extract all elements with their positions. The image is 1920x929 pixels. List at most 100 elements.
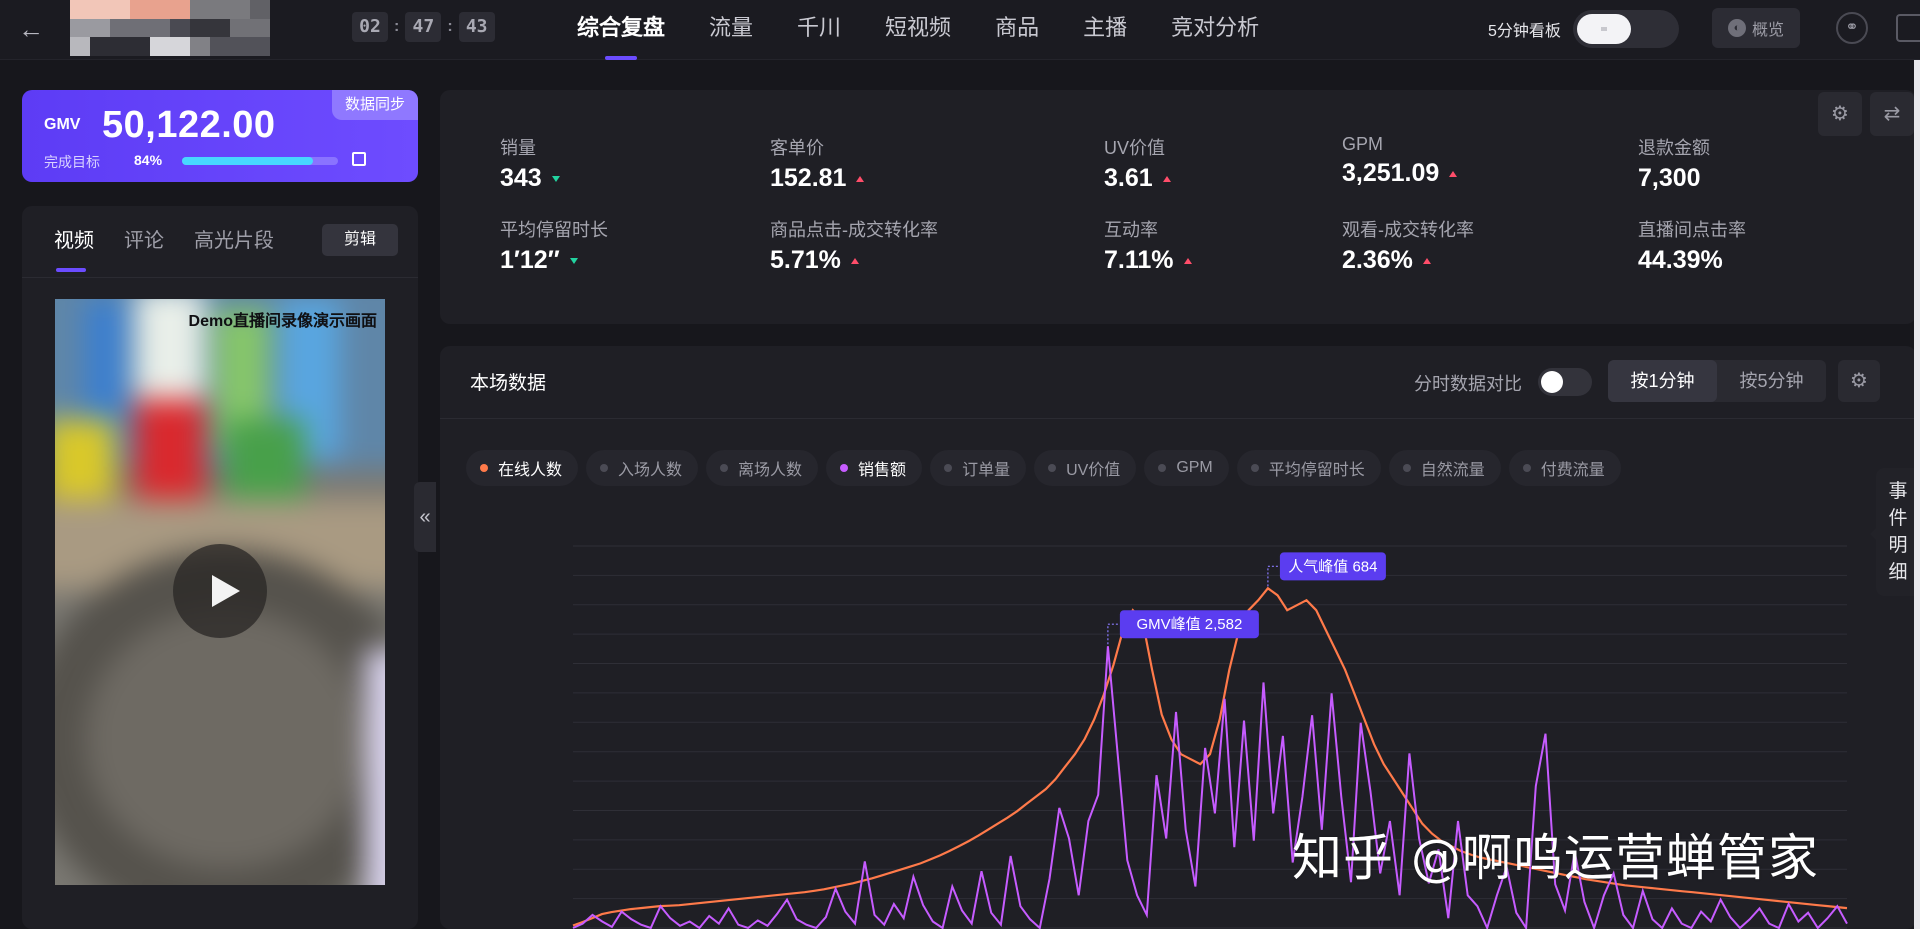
swap-icon[interactable]: ⇄: [1870, 92, 1914, 136]
legend-label: 入场人数: [618, 462, 683, 479]
granularity-1min[interactable]: 按1分钟: [1608, 360, 1717, 402]
overview-button[interactable]: ◐ 概览: [1712, 8, 1800, 48]
compare-label: 分时数据对比: [1414, 374, 1522, 394]
metric-avg-order-price: 客单价 152.81: [770, 134, 865, 193]
nav-tab-competitor[interactable]: 竞对分析: [1149, 0, 1281, 60]
legend-label: 平均停留时长: [1268, 462, 1365, 479]
legend-chip[interactable]: 平均停留时长: [1236, 450, 1381, 486]
legend-dot-icon: [720, 464, 729, 472]
clip-edit-button[interactable]: 剪辑: [322, 224, 398, 256]
streamer-avatar-pixelated: [70, 0, 270, 56]
edit-target-icon[interactable]: [352, 152, 366, 166]
legend-label: GPM: [1176, 459, 1213, 476]
legend-chip[interactable]: UV价值: [1034, 450, 1137, 486]
legend-chip[interactable]: GPM: [1144, 450, 1229, 486]
gmv-label: GMV: [44, 116, 81, 133]
mosaic-pixel: [210, 18, 230, 38]
legend-label: 离场人数: [738, 462, 803, 479]
fullscreen-icon[interactable]: [1896, 14, 1920, 42]
legend-label: 订单量: [962, 462, 1011, 479]
series-legend: 在线人数 入场人数 离场人数 销售额 订单量 UV价值 GPM 平均停留时长 自然流量 付费流量: [466, 450, 1621, 486]
trend-down-icon: [569, 258, 578, 265]
legend-chip[interactable]: 销售额: [826, 450, 923, 486]
metric-label: 客单价: [770, 138, 824, 158]
mosaic-pixel: [70, 18, 90, 38]
mosaic-pixel: [250, 18, 270, 38]
legend-label: 销售额: [858, 462, 907, 479]
legend-label: 付费流量: [1540, 462, 1605, 479]
window-edge: [1914, 60, 1920, 929]
legend-chip[interactable]: 在线人数: [466, 450, 579, 486]
legend-chip[interactable]: 自然流量: [1388, 450, 1501, 486]
legend-chip[interactable]: 入场人数: [586, 450, 699, 486]
compare-toggle[interactable]: [1538, 368, 1592, 396]
data-sync-button[interactable]: 数据同步: [332, 90, 418, 120]
mosaic-pixel: [210, 37, 230, 56]
granularity-5min[interactable]: 按5分钟: [1717, 360, 1826, 402]
legend-chip[interactable]: 付费流量: [1508, 450, 1621, 486]
trend-up-icon: [1162, 176, 1171, 183]
headset-icon[interactable]: ⚭: [1836, 12, 1868, 44]
back-arrow-icon[interactable]: ←: [18, 14, 52, 48]
watermark: 知乎 @啊呜运营蝉管家: [1292, 829, 1819, 887]
collapse-left-panel-icon[interactable]: «: [414, 482, 436, 552]
target-label: 完成目标: [44, 154, 100, 170]
trend-up-icon: [856, 176, 865, 183]
legend-chip[interactable]: 订单量: [930, 450, 1027, 486]
overview-label: 概览: [1751, 22, 1784, 39]
metric-value: 3,251.09: [1342, 159, 1458, 188]
metric-value: 7,300: [1638, 164, 1701, 192]
legend-dot-icon: [1048, 464, 1057, 472]
legend-dot-icon: [840, 464, 849, 472]
nav-tab-overview[interactable]: 综合复盘: [555, 0, 687, 60]
metric-value: 152.81: [770, 164, 865, 193]
mosaic-pixel: [230, 0, 250, 19]
mosaic-pixel: [110, 0, 130, 19]
mosaic-pixel: [150, 18, 170, 38]
gmv-card: GMV 50,122.00 数据同步 完成目标 84%: [22, 90, 418, 182]
board-switch[interactable]: [1572, 10, 1679, 48]
legend-chip[interactable]: 离场人数: [706, 450, 819, 486]
metric-value: 5.71%: [770, 246, 938, 275]
video-player[interactable]: Demo直播间录像演示画面: [55, 299, 385, 885]
metrics-panel: 销量 343 客单价 152.81 UV价值 3.61 GPM 3,251.09…: [440, 90, 1916, 324]
metric-uv-value: UV价值 3.61: [1104, 134, 1171, 193]
nav-tab-products[interactable]: 商品: [973, 0, 1061, 60]
metric-label: 商品点击-成交转化率: [770, 220, 938, 240]
mosaic-pixel: [190, 0, 210, 19]
mosaic-pixel: [170, 18, 190, 38]
trend-up-icon: [1183, 258, 1192, 265]
annotation-leader: [1267, 565, 1280, 587]
tab-highlights[interactable]: 高光片段: [194, 224, 274, 253]
metric-value: 1′12′′: [500, 246, 608, 275]
metric-label: GPM: [1342, 134, 1384, 154]
mosaic-pixel: [170, 0, 190, 19]
mosaic-pixel: [190, 37, 210, 56]
gear-icon[interactable]: ⚙: [1818, 92, 1862, 136]
trend-up-icon: [1422, 258, 1431, 265]
nav-tab-short-video[interactable]: 短视频: [863, 0, 973, 60]
tab-video[interactable]: 视频: [54, 224, 94, 272]
chart-settings-gear-icon[interactable]: ⚙: [1838, 360, 1880, 402]
metric-value: 7.11%: [1104, 246, 1192, 275]
target-percent: 84%: [134, 152, 163, 168]
legend-label: 自然流量: [1420, 462, 1485, 479]
nav-tab-qianchuan[interactable]: 千川: [775, 0, 863, 60]
switch-knob: [1541, 371, 1563, 393]
metric-sales-count: 销量 343: [500, 134, 560, 193]
tab-comments[interactable]: 评论: [124, 224, 164, 253]
legend-dot-icon: [480, 464, 488, 472]
timer-colon: :: [447, 18, 453, 35]
mosaic-pixel: [150, 37, 170, 56]
metric-label: 互动率: [1104, 220, 1158, 240]
legend-dot-icon: [944, 464, 953, 472]
nav-tab-traffic[interactable]: 流量: [687, 0, 775, 60]
overview-icon: ◐: [1727, 19, 1746, 37]
legend-dot-icon: [1250, 464, 1259, 472]
mosaic-pixel: [150, 0, 170, 19]
nav-tab-anchor[interactable]: 主播: [1061, 0, 1149, 60]
mosaic-pixel: [130, 0, 150, 19]
play-icon[interactable]: [173, 544, 267, 638]
five-minute-board-toggle: 5分钟看板: [1488, 10, 1679, 48]
media-panel: 视频 评论 高光片段 剪辑 Demo直播间录像演示画面: [22, 206, 418, 929]
